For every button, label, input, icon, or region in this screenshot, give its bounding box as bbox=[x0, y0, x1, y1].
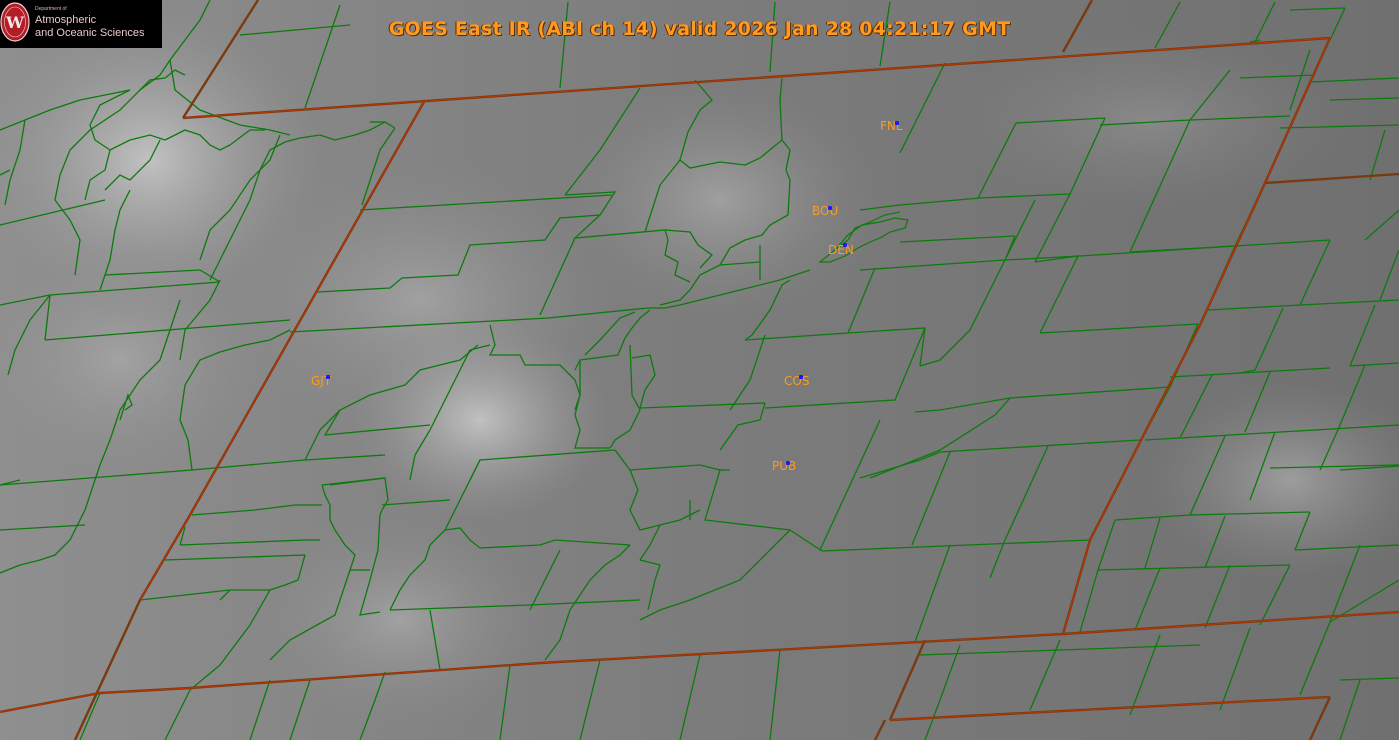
station-label: BOU bbox=[812, 204, 839, 218]
station-label: FNL bbox=[880, 119, 903, 133]
station-pub: PUB bbox=[772, 459, 796, 473]
logo-dept: Department of bbox=[35, 6, 67, 12]
station-gjt: GJT bbox=[311, 374, 331, 388]
station-label: DEN bbox=[828, 243, 854, 257]
station-marker bbox=[786, 461, 790, 465]
map-canvas bbox=[0, 0, 1399, 740]
station-label: PUB bbox=[772, 459, 797, 473]
station-marker bbox=[895, 121, 899, 125]
station-den: DEN bbox=[828, 243, 854, 257]
satellite-map: W Department of Atmospheric and Oceanic … bbox=[0, 0, 1399, 740]
station-marker bbox=[799, 375, 803, 379]
station-cos: COS bbox=[784, 374, 809, 388]
station-marker bbox=[326, 375, 330, 379]
station-fnl: FNL bbox=[880, 119, 903, 133]
station-marker bbox=[843, 243, 847, 247]
station-marker bbox=[828, 206, 832, 210]
station-bou: BOU bbox=[812, 204, 838, 218]
image-title: GOES East IR (ABI ch 14) valid 2026 Jan … bbox=[388, 18, 1011, 40]
station-label: COS bbox=[784, 374, 810, 388]
